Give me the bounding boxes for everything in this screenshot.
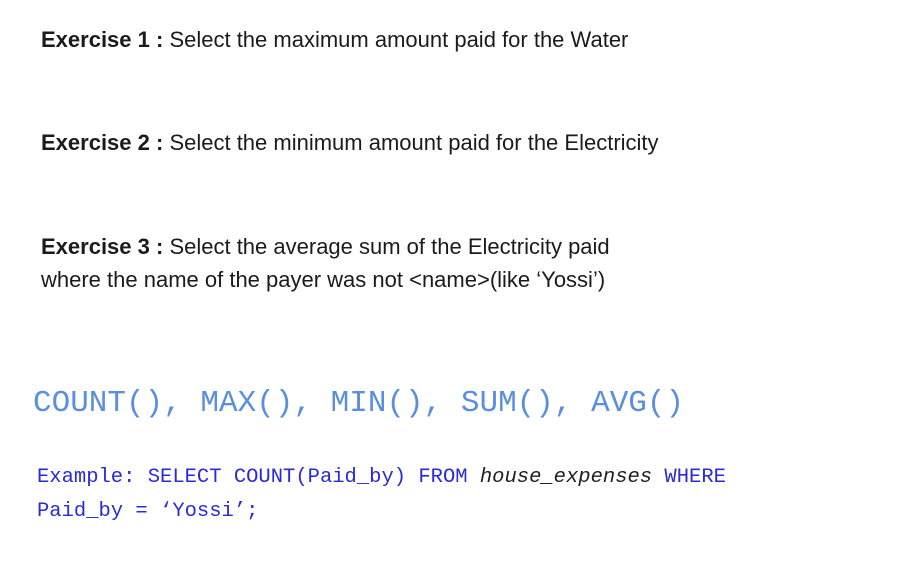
exercise-1-text: Select the maximum amount paid for the W…	[163, 27, 629, 52]
exercise-2-label: Exercise 2	[41, 130, 150, 155]
aggregate-functions-list: COUNT(), MAX(), MIN(), SUM(), AVG()	[33, 386, 685, 421]
exercise-3-line-1: Exercise 3 : Select the average sum of t…	[41, 230, 891, 263]
exercise-3-text-line-1: Select the average sum of the Electricit…	[163, 234, 610, 259]
exercise-1-label: Exercise 1	[41, 27, 150, 52]
exercise-3-text-line-2: where the name of the payer was not <nam…	[41, 267, 606, 292]
exercise-2-text: Select the minimum amount paid for the E…	[163, 130, 659, 155]
sql-example-table-name: house_expenses	[479, 466, 653, 489]
sql-example: Example: SELECT COUNT(Paid_by) FROM hous…	[37, 461, 897, 529]
exercise-3-label: Exercise 3	[41, 234, 150, 259]
exercise-2: Exercise 2 : Select the minimum amount p…	[41, 126, 891, 159]
sql-example-prefix: Example: SELECT COUNT(Paid_by) FROM	[37, 466, 480, 489]
exercise-1: Exercise 1 : Select the maximum amount p…	[41, 23, 891, 56]
exercise-3: Exercise 3 : Select the average sum of t…	[41, 230, 891, 296]
